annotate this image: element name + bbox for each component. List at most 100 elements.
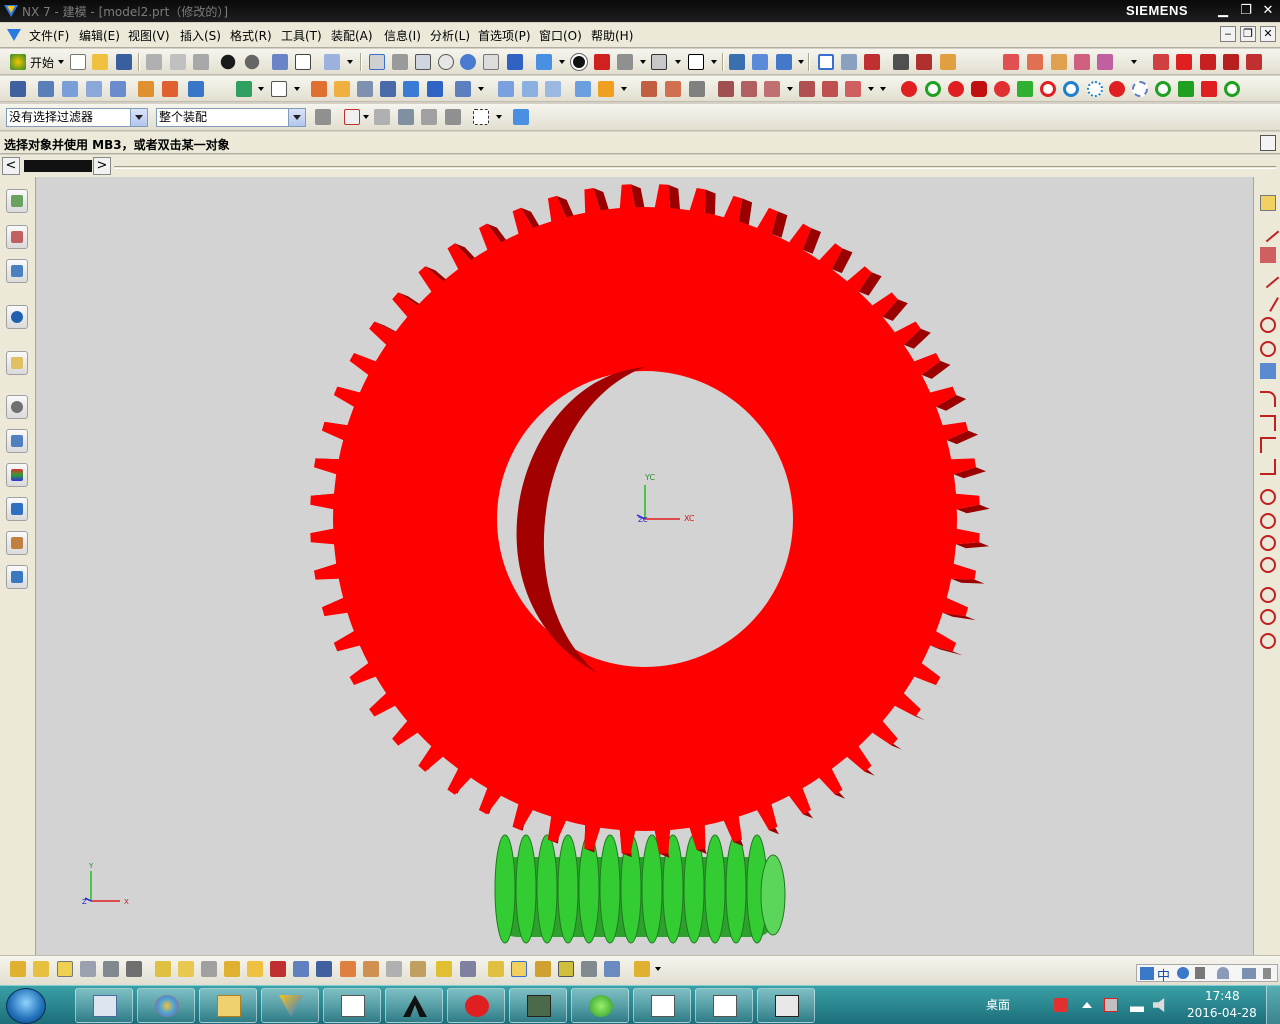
- general-selection-icon[interactable]: [315, 109, 331, 125]
- sphere-icon[interactable]: [1074, 54, 1090, 70]
- angle-icon[interactable]: [940, 54, 956, 70]
- fit-icon[interactable]: [369, 54, 385, 70]
- new-icon[interactable]: [70, 54, 86, 70]
- close-button[interactable]: ✕: [1258, 2, 1278, 20]
- spur-gear-icon[interactable]: [948, 81, 964, 97]
- network-icon[interactable]: [1130, 998, 1144, 1012]
- perspective-icon[interactable]: [507, 54, 523, 70]
- bolt-icon[interactable]: [1224, 81, 1240, 97]
- select-dropdown-icon[interactable]: [347, 60, 353, 64]
- cone-icon[interactable]: [1051, 54, 1067, 70]
- copy-icon[interactable]: [170, 54, 186, 70]
- mirror-assembly-icon[interactable]: [126, 961, 142, 977]
- show-only-icon[interactable]: [535, 961, 551, 977]
- history-tab[interactable]: [6, 395, 28, 419]
- snap-icon[interactable]: [344, 109, 360, 125]
- menu-edit[interactable]: 编辑(E): [79, 27, 120, 44]
- spring-icon[interactable]: [1087, 81, 1103, 97]
- selection-scope-select[interactable]: 整个装配: [156, 108, 306, 127]
- menu-tools[interactable]: 工具(T): [281, 27, 322, 44]
- windows-start-button[interactable]: [6, 988, 46, 1024]
- component-properties-icon[interactable]: [581, 961, 597, 977]
- work-layer-icon[interactable]: [752, 54, 768, 70]
- part-navigator-icon[interactable]: [10, 81, 26, 97]
- layer-icon[interactable]: [729, 54, 745, 70]
- sequence-icon[interactable]: [293, 961, 309, 977]
- display-product-icon[interactable]: [511, 961, 527, 977]
- undo-icon[interactable]: [220, 54, 236, 70]
- wave-icon[interactable]: [270, 961, 286, 977]
- background-icon[interactable]: [688, 54, 704, 70]
- ellipse-tool-icon[interactable]: [1260, 341, 1276, 357]
- ring-tool-icon[interactable]: [925, 81, 941, 97]
- explode-icon[interactable]: [247, 961, 263, 977]
- fillet-tool-icon[interactable]: [1260, 391, 1276, 407]
- constraint-circle-icon[interactable]: [1260, 489, 1276, 505]
- desktop-toolbar-label[interactable]: 桌面: [986, 996, 1010, 1013]
- washer-icon[interactable]: [1063, 81, 1079, 97]
- thicken-icon[interactable]: [522, 81, 538, 97]
- taskbar-nx[interactable]: [261, 988, 319, 1023]
- link-icon[interactable]: [460, 961, 476, 977]
- analysis-icon[interactable]: [718, 81, 734, 97]
- clock-time[interactable]: 17:48: [1205, 989, 1240, 1003]
- tab-indicator[interactable]: [24, 160, 92, 172]
- scroll-right-button[interactable]: >: [93, 157, 111, 175]
- taskbar-paint[interactable]: [137, 988, 195, 1023]
- rectangle-dropdown-icon[interactable]: [496, 115, 502, 119]
- action-center-icon[interactable]: [1104, 998, 1118, 1012]
- wireframe-icon[interactable]: [617, 54, 633, 70]
- arc-icon[interactable]: [1200, 54, 1216, 70]
- web-browser-tab[interactable]: [6, 351, 28, 375]
- edit-feature-icon[interactable]: [598, 81, 614, 97]
- ime-menu-icon[interactable]: [1263, 968, 1271, 979]
- line-angle-icon[interactable]: [1256, 265, 1280, 289]
- offset-face-icon[interactable]: [498, 81, 514, 97]
- show-constraints-icon[interactable]: [224, 961, 240, 977]
- taskbar-ggg[interactable]: [757, 988, 815, 1023]
- helix-icon[interactable]: [1246, 54, 1262, 70]
- pan-icon[interactable]: [483, 54, 499, 70]
- copy-display-icon[interactable]: [295, 54, 311, 70]
- mdi-close-button[interactable]: ✕: [1260, 26, 1276, 42]
- taskbar-folder[interactable]: [323, 988, 381, 1023]
- feature-dropdown-icon[interactable]: [1131, 60, 1137, 64]
- sprocket-icon[interactable]: [1109, 81, 1125, 97]
- save-icon[interactable]: [116, 54, 132, 70]
- sketch-tool-icon[interactable]: [1260, 195, 1276, 211]
- menu-information[interactable]: 信息(I): [384, 27, 421, 44]
- rotate-icon[interactable]: [460, 54, 476, 70]
- edit-param-icon[interactable]: [641, 81, 657, 97]
- chamfer-tool-icon[interactable]: [1260, 415, 1276, 431]
- weld-icon[interactable]: [340, 961, 356, 977]
- boss-icon[interactable]: [110, 81, 126, 97]
- start-button[interactable]: 开始: [30, 54, 54, 71]
- worm-shaft[interactable]: [494, 834, 786, 944]
- vector-icon[interactable]: [864, 54, 880, 70]
- chevron-down-icon[interactable]: [288, 109, 305, 126]
- arc-tool-icon[interactable]: [1260, 247, 1276, 263]
- mirror-icon[interactable]: [380, 81, 396, 97]
- menu-insert[interactable]: 插入(S): [180, 27, 221, 44]
- process-studio-tab[interactable]: [6, 463, 28, 487]
- feature-select-icon[interactable]: [421, 109, 437, 125]
- taskbar-folder-2[interactable]: [633, 988, 691, 1023]
- open-icon[interactable]: [92, 54, 108, 70]
- menu-format[interactable]: 格式(R): [230, 27, 272, 44]
- show-desktop-button[interactable]: [1266, 986, 1280, 1024]
- worm-gear[interactable]: [310, 184, 990, 858]
- menu-analysis[interactable]: 分析(L): [430, 27, 470, 44]
- replay-icon[interactable]: [665, 81, 681, 97]
- pulley-icon[interactable]: [1132, 81, 1148, 97]
- box-icon[interactable]: [1003, 54, 1019, 70]
- model-canvas[interactable]: YC XC ZC Y X Z: [37, 177, 1253, 955]
- datum-dropdown-icon[interactable]: [294, 87, 300, 91]
- surface-icon[interactable]: [575, 81, 591, 97]
- render-style-icon[interactable]: [536, 54, 552, 70]
- clock-date[interactable]: 2016-04-28: [1187, 1006, 1257, 1020]
- slope-dropdown-icon[interactable]: [868, 87, 874, 91]
- manufacturing-wizard-tab[interactable]: [6, 497, 28, 521]
- component-select-icon[interactable]: [513, 109, 529, 125]
- system-materials-tab[interactable]: [6, 429, 28, 453]
- start-dropdown-icon[interactable]: [58, 60, 64, 64]
